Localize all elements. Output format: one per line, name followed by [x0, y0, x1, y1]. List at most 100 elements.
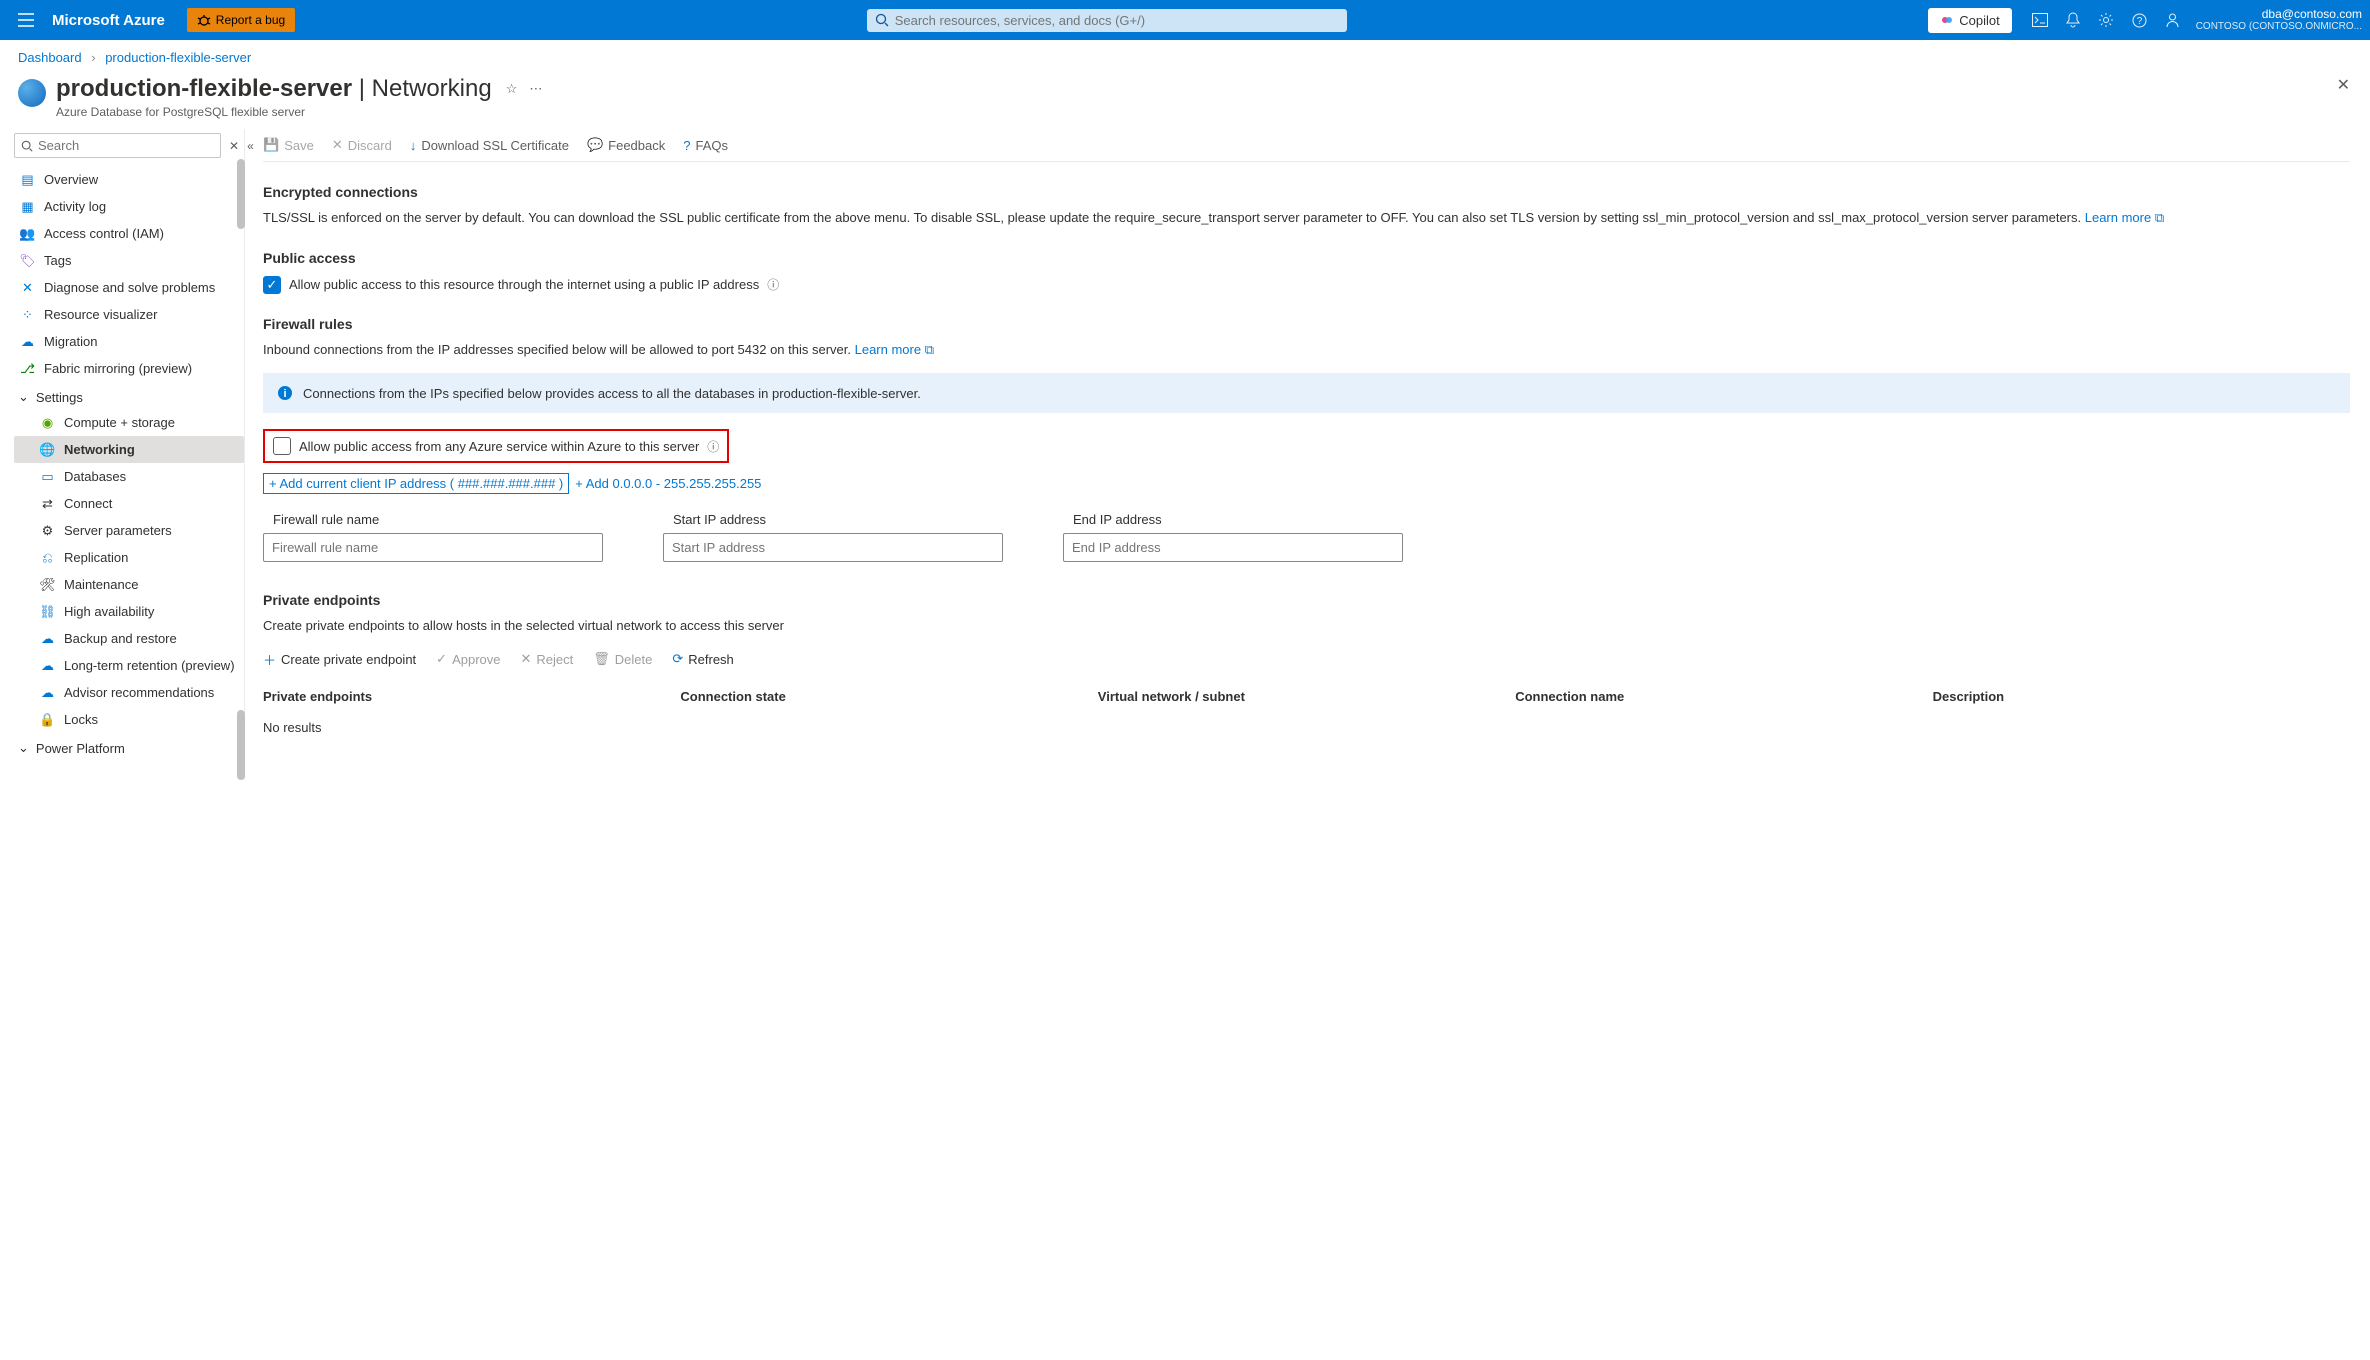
sidebar-item-iam[interactable]: 👥Access control (IAM): [14, 220, 244, 247]
discard-button[interactable]: ✕Discard: [332, 137, 392, 153]
sidebar-item-migration[interactable]: ☁Migration: [14, 328, 244, 355]
connect-icon: ⇄: [40, 496, 55, 511]
delete-button[interactable]: 🗑Delete: [593, 651, 652, 667]
replication-icon: ⎌: [40, 550, 55, 565]
banner-text: Connections from the IPs specified below…: [303, 386, 921, 401]
create-endpoint-button[interactable]: ＋Create private endpoint: [263, 650, 416, 669]
collapse-chevrons-icon[interactable]: «: [247, 139, 254, 153]
sidebar-item-compute-storage[interactable]: ◉Compute + storage: [14, 409, 244, 436]
firewall-rule-name-input[interactable]: [263, 533, 603, 562]
compute-icon: ◉: [40, 415, 55, 430]
add-client-ip-link[interactable]: + Add current client IP address ( ###.##…: [263, 473, 569, 494]
check-icon: ✓: [436, 651, 447, 667]
hamburger-icon[interactable]: [8, 7, 44, 33]
help-icon[interactable]: ?: [2132, 13, 2147, 28]
info-icon[interactable]: ⓘ: [707, 438, 719, 455]
sidebar-item-replication[interactable]: ⎌Replication: [14, 544, 244, 571]
sidebar-item-resource-viz[interactable]: ⁘Resource visualizer: [14, 301, 244, 328]
sidebar-item-high-availability[interactable]: ⛓High availability: [14, 598, 244, 625]
sidebar-group-settings[interactable]: ⌄ Settings: [14, 382, 244, 409]
private-endpoints-heading: Private endpoints: [263, 592, 2350, 608]
pe-col-connection: Connection name: [1515, 689, 1932, 704]
global-search-input[interactable]: [895, 13, 1339, 28]
settings-gear-icon[interactable]: [2098, 12, 2114, 28]
sidebar-item-server-params[interactable]: ⚙Server parameters: [14, 517, 244, 544]
sidebar-item-maintenance[interactable]: 🛠Maintenance: [14, 571, 244, 598]
pe-command-bar: ＋Create private endpoint ✓Approve ✕Rejec…: [263, 650, 2350, 669]
sidebar-item-advisor[interactable]: ☁Advisor recommendations: [14, 679, 244, 706]
pe-col-description: Description: [1933, 689, 2350, 704]
approve-button[interactable]: ✓Approve: [436, 651, 500, 667]
plus-icon: ＋: [263, 650, 276, 669]
feedback-person-icon[interactable]: [2165, 12, 2180, 28]
public-access-label: Allow public access to this resource thr…: [289, 277, 759, 292]
sidebar-item-locks[interactable]: 🔒Locks: [14, 706, 244, 733]
migration-icon: ☁: [20, 334, 35, 349]
overview-icon: ▤: [20, 172, 35, 187]
azure-services-checkbox[interactable]: [273, 437, 291, 455]
firewall-heading: Firewall rules: [263, 316, 2350, 332]
refresh-icon: ⟳: [672, 651, 683, 667]
feedback-button[interactable]: 💬Feedback: [587, 137, 665, 153]
x-icon: ✕: [521, 651, 532, 667]
save-icon: 💾: [263, 137, 279, 153]
sidebar-group-power-platform[interactable]: ⌄ Power Platform: [14, 733, 244, 760]
azure-services-checkbox-highlight: Allow public access from any Azure servi…: [263, 429, 729, 463]
sidebar-item-backup-restore[interactable]: ☁Backup and restore: [14, 625, 244, 652]
notifications-icon[interactable]: [2066, 12, 2080, 28]
sidebar-search[interactable]: [14, 133, 221, 158]
resource-sidebar: ✕ « ▤Overview ▦Activity log 👥Access cont…: [0, 129, 244, 780]
copilot-label: Copilot: [1959, 13, 1999, 28]
pe-col-endpoints: Private endpoints: [263, 689, 680, 704]
more-ellipsis-icon[interactable]: ⋯: [529, 81, 542, 97]
sidebar-item-tags[interactable]: 🏷Tags: [14, 247, 244, 274]
close-icon[interactable]: ✕: [229, 139, 239, 153]
advisor-icon: ☁: [40, 685, 55, 700]
copilot-button[interactable]: Copilot: [1928, 8, 2011, 33]
diagnose-icon: ✕: [20, 280, 35, 295]
add-full-range-link[interactable]: + Add 0.0.0.0 - 255.255.255.255: [575, 476, 761, 491]
sidebar-item-ltr[interactable]: ☁Long-term retention (preview): [14, 652, 244, 679]
cloud-shell-icon[interactable]: [2032, 13, 2048, 27]
sidebar-item-activity-log[interactable]: ▦Activity log: [14, 193, 244, 220]
learn-more-link[interactable]: Learn more ⧉: [2085, 210, 2164, 225]
faqs-button[interactable]: ?FAQs: [683, 138, 728, 153]
reject-button[interactable]: ✕Reject: [521, 651, 574, 667]
refresh-button[interactable]: ⟳Refresh: [672, 651, 733, 667]
save-button[interactable]: 💾Save: [263, 137, 314, 153]
network-icon: 🌐: [40, 442, 55, 457]
sidebar-item-overview[interactable]: ▤Overview: [14, 166, 244, 193]
pin-star-icon[interactable]: ☆: [506, 81, 518, 97]
feedback-icon: 💬: [587, 137, 603, 153]
report-bug-button[interactable]: Report a bug: [187, 8, 295, 32]
encrypted-heading: Encrypted connections: [263, 184, 2350, 200]
close-blade-icon[interactable]: ✕: [2337, 75, 2350, 95]
copilot-icon: [1940, 13, 1954, 27]
firewall-description: Inbound connections from the IP addresse…: [263, 340, 2350, 360]
postgres-resource-icon: [18, 79, 46, 107]
sidebar-item-networking[interactable]: 🌐Networking: [14, 436, 244, 463]
global-search[interactable]: [867, 9, 1347, 32]
sidebar-search-input[interactable]: [38, 138, 214, 153]
breadcrumb-dashboard[interactable]: Dashboard: [18, 50, 82, 65]
sidebar-item-connect[interactable]: ⇄Connect: [14, 490, 244, 517]
account-control[interactable]: dba@contoso.com CONTOSO (CONTOSO.ONMICRO…: [2196, 7, 2362, 33]
info-icon[interactable]: ⓘ: [767, 276, 779, 293]
public-access-checkbox[interactable]: ✓: [263, 276, 281, 294]
page-header: production-flexible-server | Networking …: [0, 69, 2370, 129]
brand-label[interactable]: Microsoft Azure: [52, 12, 165, 29]
pe-col-state: Connection state: [680, 689, 1097, 704]
sidebar-item-databases[interactable]: ▭Databases: [14, 463, 244, 490]
learn-more-link[interactable]: Learn more ⧉: [855, 342, 934, 357]
scrollbar-thumb[interactable]: [237, 159, 245, 229]
col-start-ip-label: Start IP address: [663, 512, 1003, 527]
download-ssl-button[interactable]: ↓Download SSL Certificate: [410, 138, 569, 153]
azure-services-label: Allow public access from any Azure servi…: [299, 439, 699, 454]
end-ip-input[interactable]: [1063, 533, 1403, 562]
discard-icon: ✕: [332, 137, 343, 153]
start-ip-input[interactable]: [663, 533, 1003, 562]
scrollbar-thumb-bottom[interactable]: [237, 710, 245, 780]
sidebar-item-fabric[interactable]: ⎇Fabric mirroring (preview): [14, 355, 244, 382]
sidebar-item-diagnose[interactable]: ✕Diagnose and solve problems: [14, 274, 244, 301]
breadcrumb-resource[interactable]: production-flexible-server: [105, 50, 251, 65]
